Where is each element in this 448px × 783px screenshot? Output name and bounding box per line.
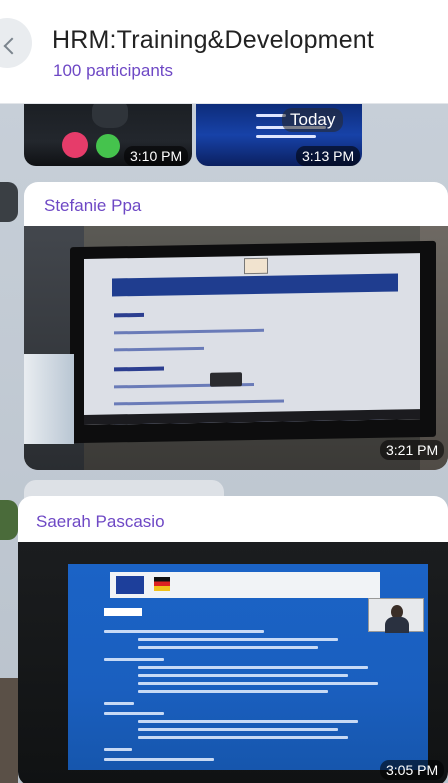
photo-time: 3:10 PM <box>124 146 189 166</box>
decor-shape <box>96 134 120 158</box>
slide-text-line <box>256 135 316 138</box>
sender-name[interactable]: Stefanie Ppa <box>44 196 141 216</box>
adjacent-photo-edge <box>0 678 18 783</box>
slide-text-line <box>104 748 132 751</box>
slide-text-line <box>104 658 164 661</box>
message-bubble[interactable]: Saerah Pascasio 3:05 PM <box>18 496 448 783</box>
slide-text-line <box>104 712 164 715</box>
german-flag-icon <box>154 577 170 591</box>
notification-popup <box>210 372 242 387</box>
message-photo[interactable] <box>18 542 448 783</box>
webcam-thumbnail <box>244 257 268 275</box>
slide-text-line <box>104 758 214 761</box>
participants-count[interactable]: 100 participants <box>53 61 173 81</box>
slide-text-line <box>138 646 318 649</box>
date-separator: Today <box>282 108 344 132</box>
monitor-screen <box>84 253 420 425</box>
slide-text-line <box>138 674 348 677</box>
adjacent-avatar <box>0 182 18 222</box>
slide-text-line <box>138 682 378 685</box>
adjacent-avatar <box>0 500 18 540</box>
slide-logo-bar <box>110 572 380 598</box>
photo-background <box>24 354 74 444</box>
slide-body <box>114 300 394 425</box>
slide-text-line <box>138 720 358 723</box>
back-avatar-icon[interactable] <box>0 18 32 68</box>
slide-text-line <box>138 638 338 641</box>
message-time: 3:21 PM <box>380 440 445 460</box>
monitor-image <box>70 240 436 444</box>
group-title[interactable]: HRM:Training&Development <box>52 26 374 55</box>
decor-shape <box>62 132 88 158</box>
webcam-thumbnail <box>368 598 424 633</box>
decor-shape <box>92 104 128 128</box>
slide-text-line <box>138 728 338 731</box>
message-bubble[interactable]: Stefanie Ppa 3:21 PM <box>24 182 448 470</box>
message-photo[interactable] <box>24 226 448 470</box>
slide-title-bar <box>112 273 398 297</box>
monitor-screen <box>68 564 428 770</box>
slide-heading-shape <box>104 608 142 616</box>
chat-area[interactable]: 3:10 PM Today 3:13 PM Stefanie Ppa 3:21 … <box>0 104 448 783</box>
sender-name[interactable]: Saerah Pascasio <box>36 512 165 532</box>
slide-text-line <box>138 666 368 669</box>
eu-flag-icon <box>116 576 144 594</box>
slide-text-line <box>138 690 328 693</box>
message-time: 3:05 PM <box>380 760 445 780</box>
slide-text-line <box>104 630 264 633</box>
slide-text-line <box>138 736 348 739</box>
slide-text-line <box>104 702 134 705</box>
photo-time: 3:13 PM <box>296 146 361 166</box>
person-shape <box>385 617 409 633</box>
chat-header: HRM:Training&Development 100 participant… <box>0 0 448 104</box>
